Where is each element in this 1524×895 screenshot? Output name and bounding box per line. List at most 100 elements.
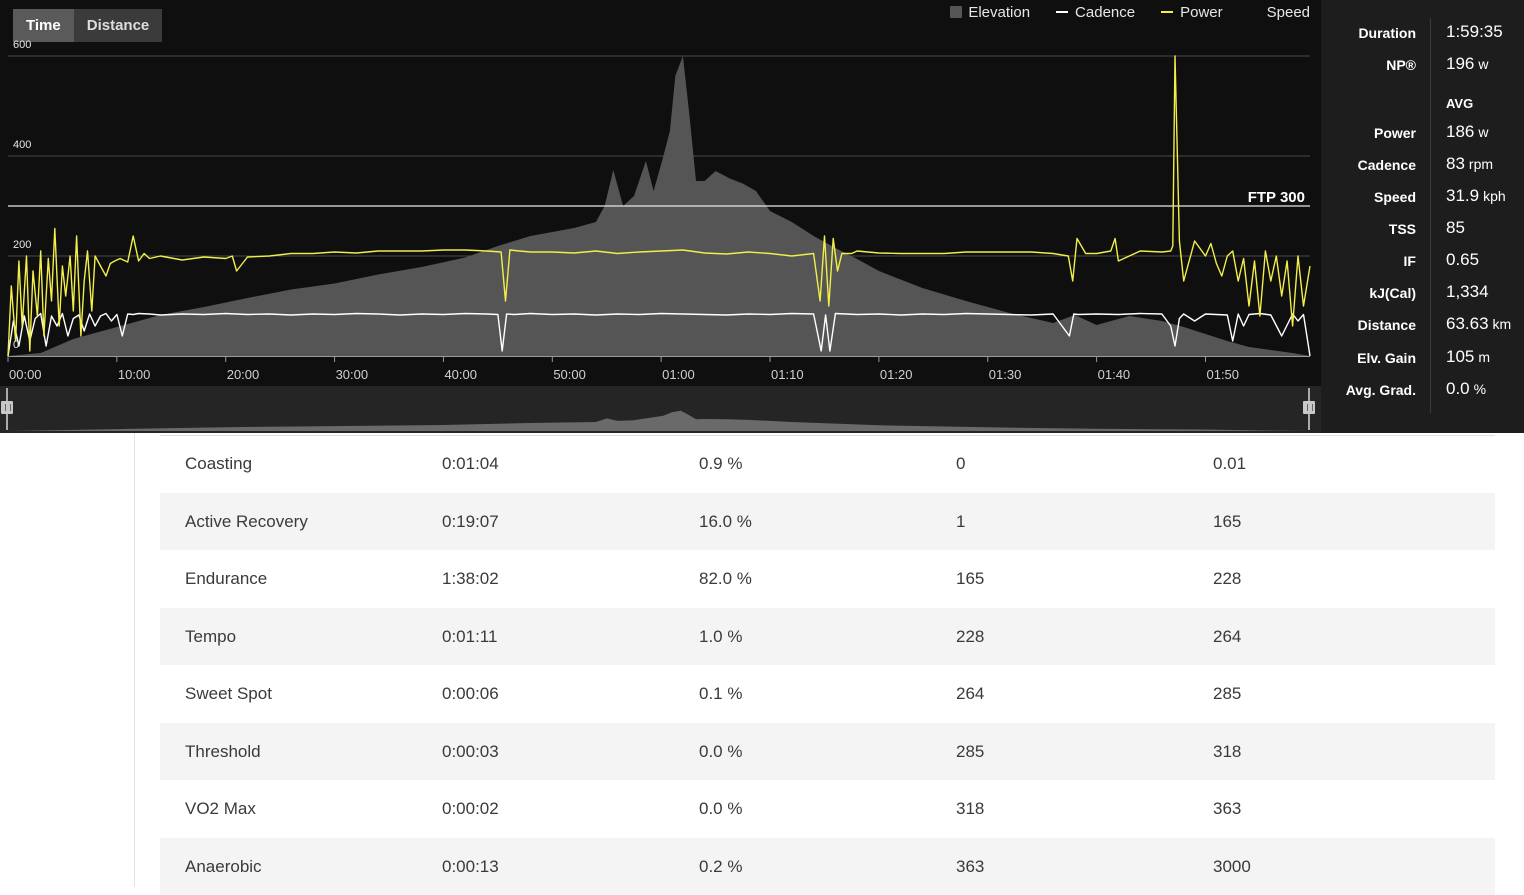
drag-grip-icon <box>1 401 13 414</box>
ride-chart-panel[interactable]: Time Distance Elevation Cadence Power Sp… <box>0 0 1321 433</box>
zone-pct-cell: 1.0 % <box>699 626 743 646</box>
ride-stats-panel: Duration 1:59:35 NP® 196 w AVG Power 186 w… <box>1321 0 1524 433</box>
zone-time-cell: 0:19:07 <box>442 511 499 531</box>
zone-low-cell: 165 <box>956 569 985 588</box>
zone-low-cell: 264 <box>956 684 985 703</box>
zone-name-cell: VO2 Max <box>185 799 256 818</box>
stat-value: 85 <box>1446 218 1465 237</box>
stat-value: 0.0% <box>1446 379 1487 398</box>
zone-low-cell: 318 <box>956 799 985 818</box>
stat-avg-cadence: Cadence 83 rpm <box>1321 153 1524 177</box>
x-tick-label: 01:30 <box>988 367 1022 382</box>
x-tick-label: 40:00 <box>444 367 477 382</box>
zone-high-cell: 228 <box>1213 569 1242 588</box>
table-row: Active Recovery 0:19:07 16.0 % 1 165 <box>160 492 1495 550</box>
legend-label: Speed <box>1266 3 1310 21</box>
time-toggle-button[interactable]: Time <box>13 9 74 42</box>
x-tick-label: 00:00 <box>9 367 42 382</box>
view-toggle: Time Distance <box>13 9 163 42</box>
zone-low-cell: 285 <box>956 741 985 761</box>
zone-time-cell: 0:00:13 <box>442 856 499 876</box>
stat-label: Cadence <box>1357 157 1416 173</box>
stat-value: 105 m <box>1446 347 1491 366</box>
zone-low-cell: 363 <box>956 856 985 876</box>
stat-value: 1,334 <box>1446 282 1489 301</box>
stat-tss: TSS 85 <box>1321 217 1524 241</box>
power-zones-table: Coasting 0:01:04 0.9 % 0 0.01 Active Recovery… <box>0 433 1524 895</box>
x-tick-label: 01:20 <box>879 367 913 382</box>
stat-label: kJ(Cal) <box>1369 285 1416 301</box>
chart-legend: Elevation Cadence Power Speed <box>924 3 1310 21</box>
zone-high-cell: 264 <box>1213 626 1242 646</box>
range-start-handle[interactable] <box>1 388 13 430</box>
zone-pct-cell: 0.1 % <box>699 684 743 703</box>
zone-high-cell: 0.01 <box>1213 454 1247 473</box>
x-tick-label: 01:50 <box>1206 367 1240 382</box>
legend-item-cadence[interactable]: Cadence <box>1056 3 1135 21</box>
zone-name-cell: Sweet Spot <box>185 684 272 703</box>
x-tick-label: 10:00 <box>117 367 151 382</box>
legend-item-elevation[interactable]: Elevation <box>950 3 1030 21</box>
stat-duration: Duration 1:59:35 <box>1321 21 1524 45</box>
y-tick-label: 200 <box>13 239 32 251</box>
elevation-swatch <box>950 6 963 18</box>
stat-value: 31.9 kph <box>1446 186 1506 205</box>
stat-value: 63.63 km <box>1446 314 1512 333</box>
y-tick-label: 600 <box>13 39 32 51</box>
zone-high-cell: 363 <box>1213 799 1242 818</box>
range-end-handle[interactable] <box>1303 388 1315 430</box>
x-tick-label: 30:00 <box>335 367 369 382</box>
stat-value: 83 rpm <box>1446 154 1494 173</box>
stat-label: IF <box>1403 253 1416 269</box>
table-row: Endurance 1:38:02 82.0 % 165 228 <box>160 550 1495 607</box>
table-row: VO2 Max 0:00:02 0.0 % 318 363 <box>160 780 1495 837</box>
x-tick-label: 50:00 <box>553 367 586 382</box>
zone-high-cell: 285 <box>1213 684 1242 703</box>
zone-low-cell: 1 <box>956 511 966 531</box>
zone-name-cell: Threshold <box>185 741 261 761</box>
table-row: Coasting 0:01:04 0.9 % 0 0.01 <box>160 435 1495 492</box>
zone-time-cell: 0:00:06 <box>442 684 499 703</box>
zone-low-cell: 0 <box>956 454 966 473</box>
table-row: Anaerobic 0:00:13 0.2 % 363 3000 <box>160 837 1495 895</box>
stat-avg-grade: Avg. Grad. 0.0% <box>1321 378 1524 402</box>
table-row: Tempo 0:01:11 1.0 % 228 264 <box>160 607 1495 665</box>
x-tick-label: 01:00 <box>662 367 695 382</box>
zone-low-cell: 228 <box>956 626 985 646</box>
stat-label: Distance <box>1357 317 1416 333</box>
stat-label: NP® <box>1386 57 1416 73</box>
stat-np: NP® 196 w <box>1321 53 1524 77</box>
x-tick-label: 20:00 <box>226 367 260 382</box>
cadence-swatch <box>1056 11 1069 13</box>
legend-label: Cadence <box>1075 3 1136 21</box>
ftp-label: FTP 300 <box>1247 189 1305 206</box>
zone-time-cell: 1:38:02 <box>442 569 499 588</box>
zone-time-cell: 0:00:02 <box>442 799 499 818</box>
stat-kj: kJ(Cal) 1,334 <box>1321 281 1524 305</box>
stat-label: Speed <box>1373 189 1416 205</box>
y-tick-label: 0 <box>13 339 20 351</box>
distance-toggle-button[interactable]: Distance <box>73 9 163 42</box>
zone-pct-cell: 0.0 % <box>699 799 743 818</box>
zone-high-cell: 3000 <box>1213 856 1251 876</box>
zone-name-cell: Tempo <box>185 626 237 646</box>
x-tick-label: 01:10 <box>771 367 804 382</box>
stat-avg-speed: Speed 31.9 kph <box>1321 185 1524 209</box>
zone-name-cell: Anaerobic <box>185 856 262 876</box>
zone-high-cell: 165 <box>1213 511 1242 531</box>
zone-pct-cell: 0.9 % <box>699 454 743 473</box>
legend-item-power[interactable]: Power <box>1161 3 1223 21</box>
legend-label: Power <box>1180 3 1223 21</box>
stat-if: IF 0.65 <box>1321 249 1524 273</box>
zone-name-cell: Active Recovery <box>185 511 308 531</box>
zone-name-cell: Coasting <box>185 454 253 473</box>
stat-distance: Distance 63.63 km <box>1321 313 1524 337</box>
stat-label: Power <box>1373 125 1416 141</box>
zone-name-cell: Endurance <box>185 569 268 588</box>
power-swatch <box>1161 11 1174 13</box>
legend-item-speed[interactable]: Speed <box>1267 3 1310 21</box>
stat-avg-power: Power 186 w <box>1321 121 1524 145</box>
stat-value: 0.65 <box>1446 250 1480 269</box>
stat-value: 186 w <box>1446 122 1489 141</box>
drag-grip-icon <box>1303 401 1315 414</box>
